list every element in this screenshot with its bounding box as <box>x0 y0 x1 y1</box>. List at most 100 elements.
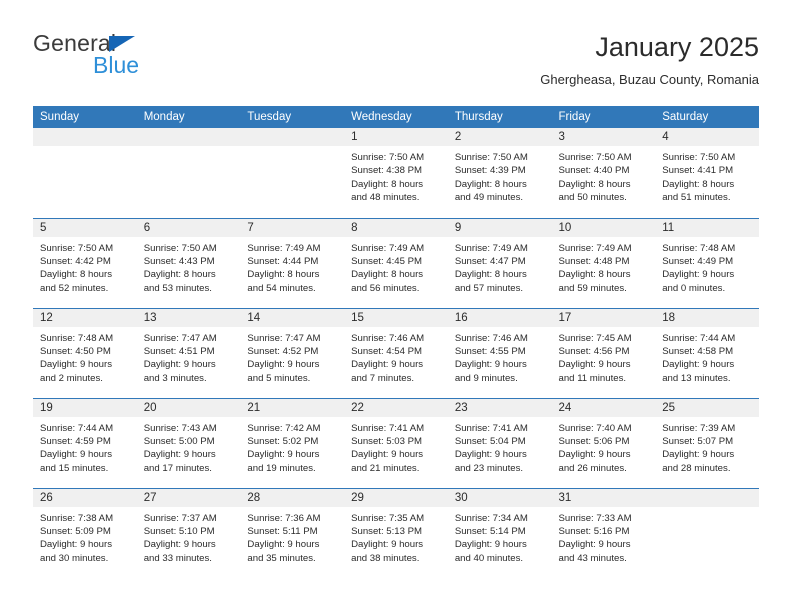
day-number: 28 <box>240 488 345 507</box>
detail-daylight-line1: Daylight: 9 hours <box>558 359 631 371</box>
detail-daylight-line1: Daylight: 9 hours <box>454 539 527 551</box>
day-cell-inner: 30 Sunrise: 7:34 AM Sunset: 5:14 PM Dayligh… <box>447 488 552 579</box>
detail-daylight-line2: and 50 minutes. <box>558 192 627 204</box>
detail-sunset: Sunset: 5:00 PM <box>143 435 215 447</box>
calendar-day-cell[interactable]: 22 Sunrise: 7:41 AM Sunset: 5:03 PM Dayligh… <box>344 397 448 488</box>
calendar-day-cell[interactable]: 7 Sunrise: 7:49 AM Sunset: 4:44 PM Daylight… <box>240 217 345 308</box>
detail-sunrise: Sunrise: 7:35 AM <box>351 512 425 524</box>
calendar-day-cell[interactable]: 29 Sunrise: 7:35 AM Sunset: 5:13 PM Dayligh… <box>344 487 448 578</box>
day-details: Sunrise: 7:41 AM Sunset: 5:04 PM Daylight:… <box>448 417 552 476</box>
detail-daylight-line2: and 49 minutes. <box>454 192 524 204</box>
calendar-day-cell[interactable]: 21 Sunrise: 7:42 AM Sunset: 5:02 PM Dayligh… <box>240 397 345 488</box>
calendar-day-cell[interactable]: 3 Sunrise: 7:50 AM Sunset: 4:40 PM Daylight… <box>551 128 656 218</box>
day-details <box>33 146 137 151</box>
day-cell-inner: 23 Sunrise: 7:41 AM Sunset: 5:04 PM Dayligh… <box>447 398 552 488</box>
day-number: 14 <box>240 308 345 327</box>
detail-sunset: Sunset: 4:42 PM <box>40 255 111 267</box>
calendar-day-cell[interactable]: 26 Sunrise: 7:38 AM Sunset: 5:09 PM Dayligh… <box>33 487 137 578</box>
calendar-day-cell[interactable]: 9 Sunrise: 7:49 AM Sunset: 4:47 PM Daylight… <box>447 217 552 308</box>
calendar-day-cell[interactable]: 1 Sunrise: 7:50 AM Sunset: 4:38 PM Daylight… <box>344 128 448 218</box>
calendar-day-cell[interactable]: 5 Sunrise: 7:50 AM Sunset: 4:42 PM Daylight… <box>33 217 137 308</box>
calendar-day-cell[interactable]: 20 Sunrise: 7:43 AM Sunset: 5:00 PM Dayligh… <box>136 397 241 488</box>
weekday-header-thursday: Thursday <box>447 106 552 128</box>
calendar-page: General Blue January 2025 Ghergheasa, Bu… <box>0 0 792 612</box>
detail-daylight-line2: and 5 minutes. <box>247 372 311 384</box>
calendar-day-cell[interactable]: 11 Sunrise: 7:48 AM Sunset: 4:49 PM Dayligh… <box>655 217 759 308</box>
detail-sunrise: Sunrise: 7:37 AM <box>143 512 217 524</box>
detail-daylight-line1: Daylight: 8 hours <box>558 269 631 281</box>
calendar-day-cell[interactable]: 13 Sunrise: 7:47 AM Sunset: 4:51 PM Dayligh… <box>136 307 241 398</box>
detail-sunrise: Sunrise: 7:42 AM <box>247 422 321 434</box>
day-number: 20 <box>136 398 241 417</box>
day-number: 29 <box>344 488 448 507</box>
detail-daylight-line1: Daylight: 8 hours <box>558 178 631 190</box>
calendar-day-cell[interactable]: 27 Sunrise: 7:37 AM Sunset: 5:10 PM Dayligh… <box>136 487 241 579</box>
day-number: 5 <box>33 218 137 237</box>
day-details: Sunrise: 7:50 AM Sunset: 4:42 PM Daylight:… <box>33 237 137 296</box>
calendar-day-cell[interactable]: 16 Sunrise: 7:46 AM Sunset: 4:55 PM Dayligh… <box>447 307 552 398</box>
day-cell-inner: 10 Sunrise: 7:49 AM Sunset: 4:48 PM Dayligh… <box>551 218 656 308</box>
day-details: Sunrise: 7:43 AM Sunset: 5:00 PM Daylight:… <box>137 417 241 476</box>
detail-daylight-line2: and 33 minutes. <box>143 552 212 564</box>
detail-sunset: Sunset: 4:40 PM <box>558 165 630 177</box>
day-cell-inner: 19 Sunrise: 7:44 AM Sunset: 4:59 PM Dayligh… <box>33 398 137 488</box>
calendar-day-cell[interactable]: 2 Sunrise: 7:50 AM Sunset: 4:39 PM Daylight… <box>447 128 552 218</box>
detail-sunrise: Sunrise: 7:33 AM <box>558 512 632 524</box>
detail-sunrise: Sunrise: 7:39 AM <box>662 422 736 434</box>
calendar-day-cell[interactable]: 19 Sunrise: 7:44 AM Sunset: 4:59 PM Dayligh… <box>33 397 137 488</box>
detail-daylight-line1: Daylight: 8 hours <box>351 178 424 190</box>
calendar-day-cell[interactable]: 25 Sunrise: 7:39 AM Sunset: 5:07 PM Dayligh… <box>655 397 759 488</box>
detail-sunrise: Sunrise: 7:43 AM <box>143 422 217 434</box>
calendar-day-cell[interactable]: 30 Sunrise: 7:34 AM Sunset: 5:14 PM Dayligh… <box>447 487 552 579</box>
day-cell-inner: 28 Sunrise: 7:36 AM Sunset: 5:11 PM Dayligh… <box>240 488 345 579</box>
detail-daylight-line2: and 35 minutes. <box>247 552 316 564</box>
detail-sunset: Sunset: 5:11 PM <box>247 525 318 537</box>
day-number: 27 <box>136 488 241 507</box>
calendar-day-cell[interactable]: 18 Sunrise: 7:44 AM Sunset: 4:58 PM Dayligh… <box>655 307 759 398</box>
detail-daylight-line2: and 26 minutes. <box>558 462 627 474</box>
day-cell-inner: 5 Sunrise: 7:50 AM Sunset: 4:42 PM Daylight… <box>33 218 137 308</box>
day-details: Sunrise: 7:50 AM Sunset: 4:41 PM Daylight:… <box>655 146 759 205</box>
detail-daylight-line2: and 51 minutes. <box>662 192 731 204</box>
detail-daylight-line1: Daylight: 9 hours <box>558 449 631 461</box>
day-number: 18 <box>655 308 759 327</box>
detail-sunset: Sunset: 4:52 PM <box>247 345 319 357</box>
weekday-header-monday: Monday <box>136 106 241 128</box>
calendar-day-cell[interactable]: 23 Sunrise: 7:41 AM Sunset: 5:04 PM Dayligh… <box>447 397 552 488</box>
calendar-day-cell[interactable]: 6 Sunrise: 7:50 AM Sunset: 4:43 PM Daylight… <box>136 217 241 308</box>
day-details: Sunrise: 7:38 AM Sunset: 5:09 PM Daylight:… <box>33 507 137 566</box>
day-details: Sunrise: 7:49 AM Sunset: 4:47 PM Daylight:… <box>448 237 552 296</box>
detail-sunrise: Sunrise: 7:48 AM <box>40 332 114 344</box>
calendar-day-cell[interactable]: 4 Sunrise: 7:50 AM Sunset: 4:41 PM Daylight… <box>655 128 759 218</box>
day-number: 16 <box>447 308 552 327</box>
detail-sunset: Sunset: 4:39 PM <box>454 165 526 177</box>
detail-sunset: Sunset: 4:47 PM <box>454 255 526 267</box>
day-cell-inner <box>655 488 759 579</box>
detail-daylight-line1: Daylight: 9 hours <box>351 449 424 461</box>
detail-sunset: Sunset: 5:14 PM <box>454 525 526 537</box>
calendar-day-cell[interactable]: 14 Sunrise: 7:47 AM Sunset: 4:52 PM Dayligh… <box>240 307 345 398</box>
detail-daylight-line2: and 28 minutes. <box>662 462 731 474</box>
detail-sunset: Sunset: 5:10 PM <box>143 525 215 537</box>
calendar-day-cell[interactable]: 15 Sunrise: 7:46 AM Sunset: 4:54 PM Dayligh… <box>344 307 448 398</box>
day-details: Sunrise: 7:50 AM Sunset: 4:40 PM Daylight:… <box>552 146 656 205</box>
detail-sunrise: Sunrise: 7:49 AM <box>351 242 425 254</box>
calendar-day-cell[interactable]: 8 Sunrise: 7:49 AM Sunset: 4:45 PM Daylight… <box>344 217 448 308</box>
day-number: 6 <box>136 218 241 237</box>
calendar-cell-empty <box>33 128 137 218</box>
calendar-day-cell[interactable]: 31 Sunrise: 7:33 AM Sunset: 5:16 PM Dayligh… <box>551 487 656 578</box>
calendar-day-cell[interactable]: 12 Sunrise: 7:48 AM Sunset: 4:50 PM Dayligh… <box>33 307 137 398</box>
detail-daylight-line2: and 48 minutes. <box>351 192 420 204</box>
detail-daylight-line2: and 2 minutes. <box>40 372 103 384</box>
detail-daylight-line1: Daylight: 8 hours <box>143 269 216 281</box>
calendar-day-cell[interactable]: 28 Sunrise: 7:36 AM Sunset: 5:11 PM Dayligh… <box>240 487 345 579</box>
calendar-day-cell[interactable]: 17 Sunrise: 7:45 AM Sunset: 4:56 PM Dayligh… <box>551 307 656 398</box>
day-cell-inner: 27 Sunrise: 7:37 AM Sunset: 5:10 PM Dayligh… <box>136 488 241 579</box>
location-subtitle: Ghergheasa, Buzau County, Romania <box>540 72 759 87</box>
calendar-day-cell[interactable]: 10 Sunrise: 7:49 AM Sunset: 4:48 PM Dayligh… <box>551 217 656 308</box>
detail-sunset: Sunset: 5:06 PM <box>558 435 630 447</box>
day-details: Sunrise: 7:46 AM Sunset: 4:55 PM Daylight:… <box>448 327 552 386</box>
detail-sunrise: Sunrise: 7:49 AM <box>558 242 632 254</box>
calendar-day-cell[interactable]: 24 Sunrise: 7:40 AM Sunset: 5:06 PM Dayligh… <box>551 397 656 488</box>
day-details <box>655 507 759 512</box>
